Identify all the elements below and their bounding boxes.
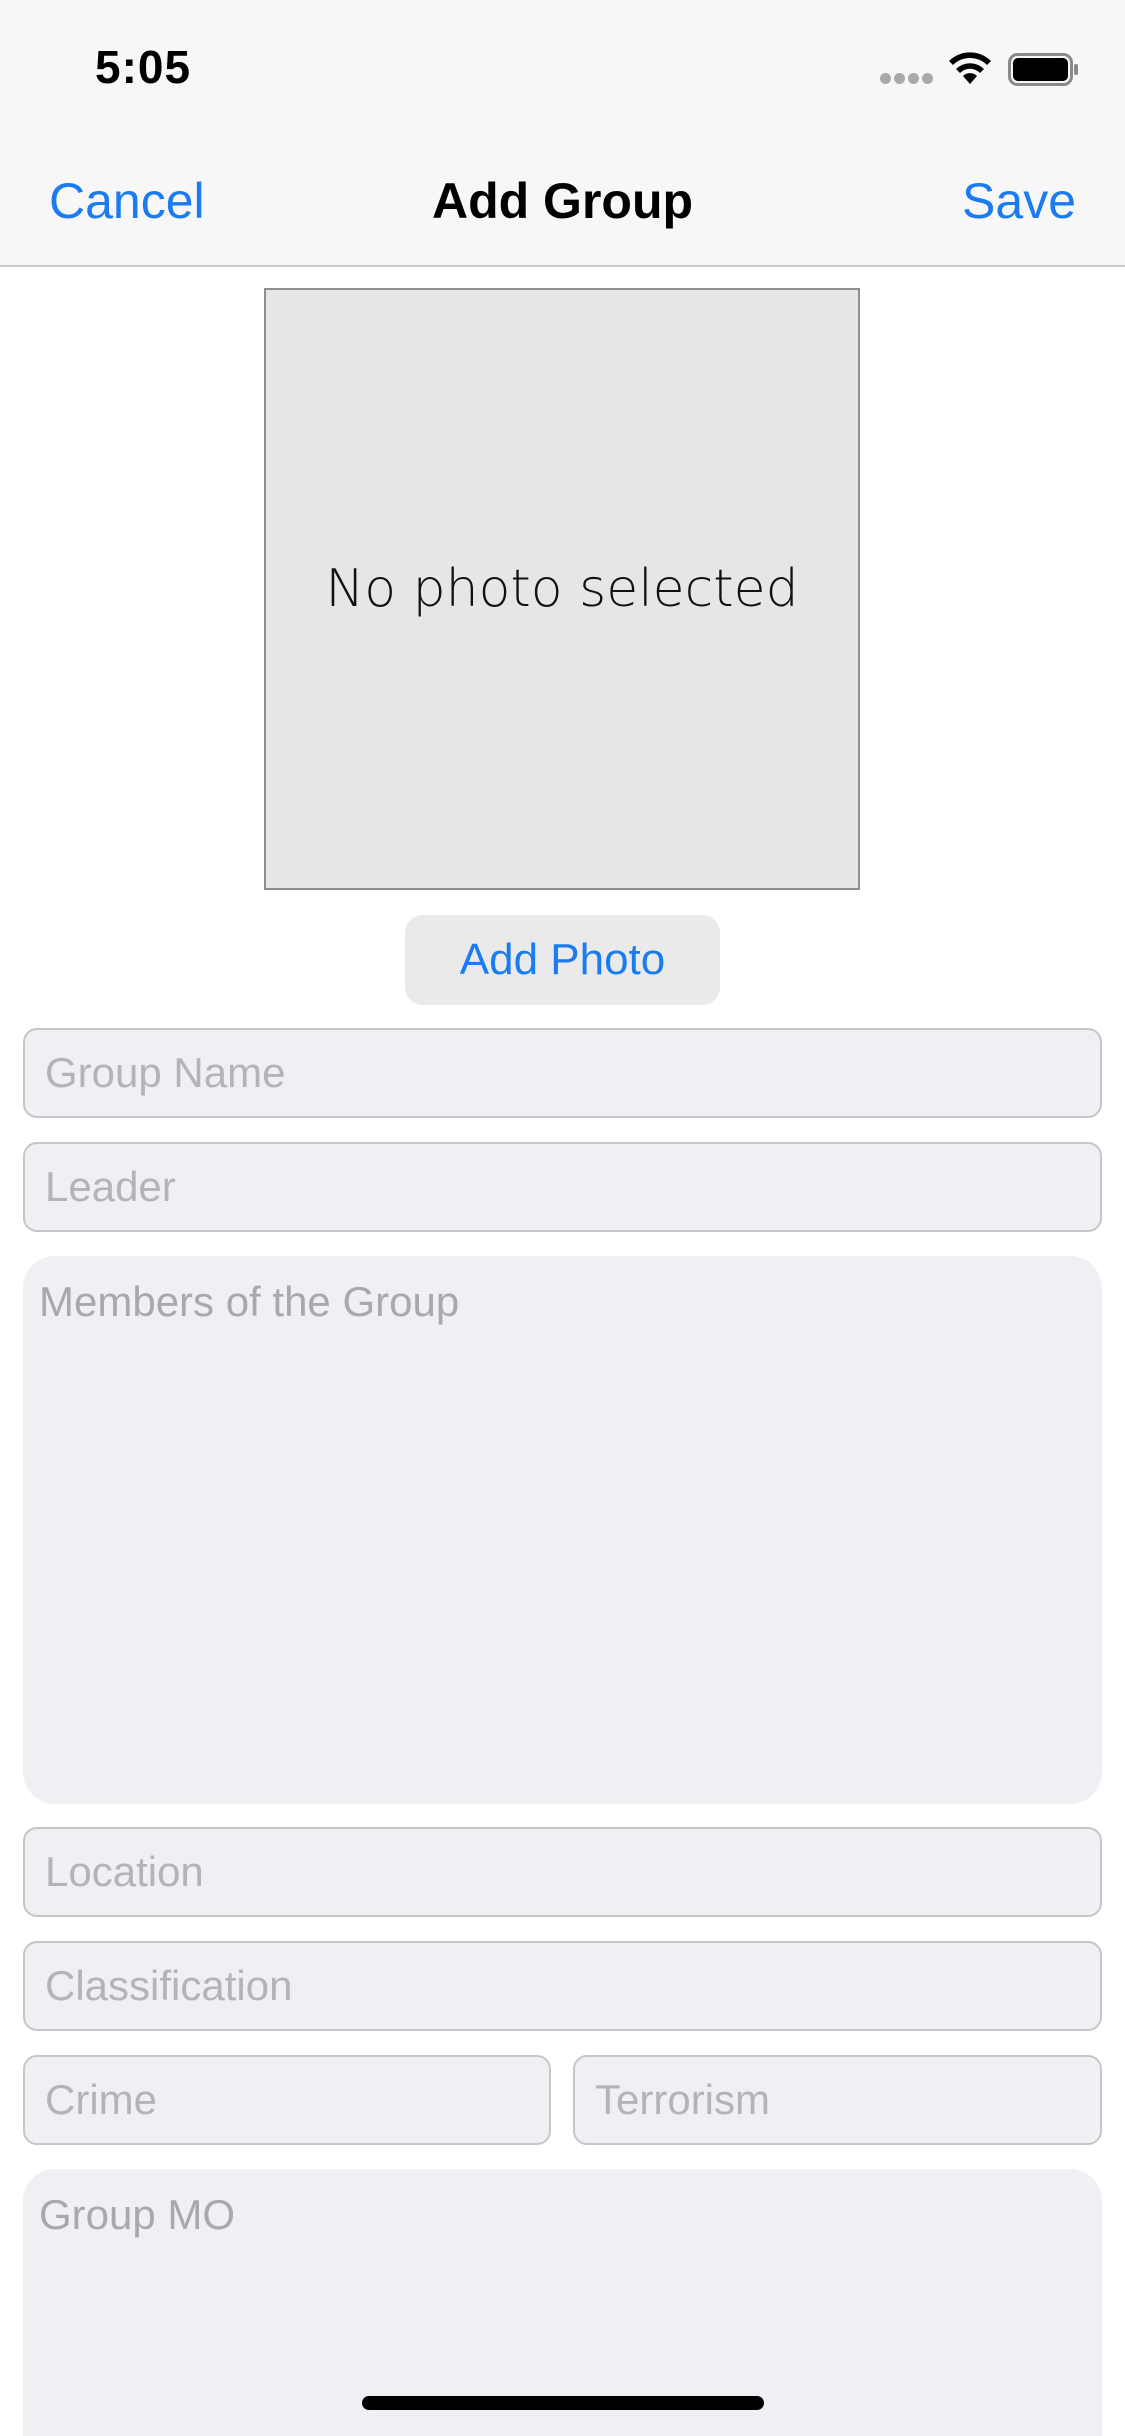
battery-icon	[1008, 53, 1078, 86]
terrorism-field[interactable]	[573, 2055, 1102, 2145]
cellular-signal-icon	[880, 73, 933, 85]
crime-field[interactable]	[23, 2055, 551, 2145]
save-button[interactable]: Save	[962, 172, 1076, 230]
leader-field[interactable]	[23, 1142, 1102, 1232]
cancel-button[interactable]: Cancel	[49, 172, 205, 230]
navigation-bar: Cancel Add Group Save	[0, 132, 1125, 267]
group-name-field[interactable]	[23, 1028, 1102, 1118]
add-photo-button[interactable]: Add Photo	[405, 915, 720, 1005]
location-field[interactable]	[23, 1827, 1102, 1917]
photo-placeholder-text: No photo selected	[325, 559, 799, 619]
wifi-icon	[949, 52, 991, 84]
photo-preview: No photo selected	[264, 288, 860, 890]
members-textarea[interactable]	[23, 1256, 1102, 1804]
home-indicator	[362, 2396, 764, 2410]
classification-field[interactable]	[23, 1941, 1102, 2031]
status-bar: 5:05	[0, 0, 1125, 132]
status-time: 5:05	[95, 41, 192, 93]
